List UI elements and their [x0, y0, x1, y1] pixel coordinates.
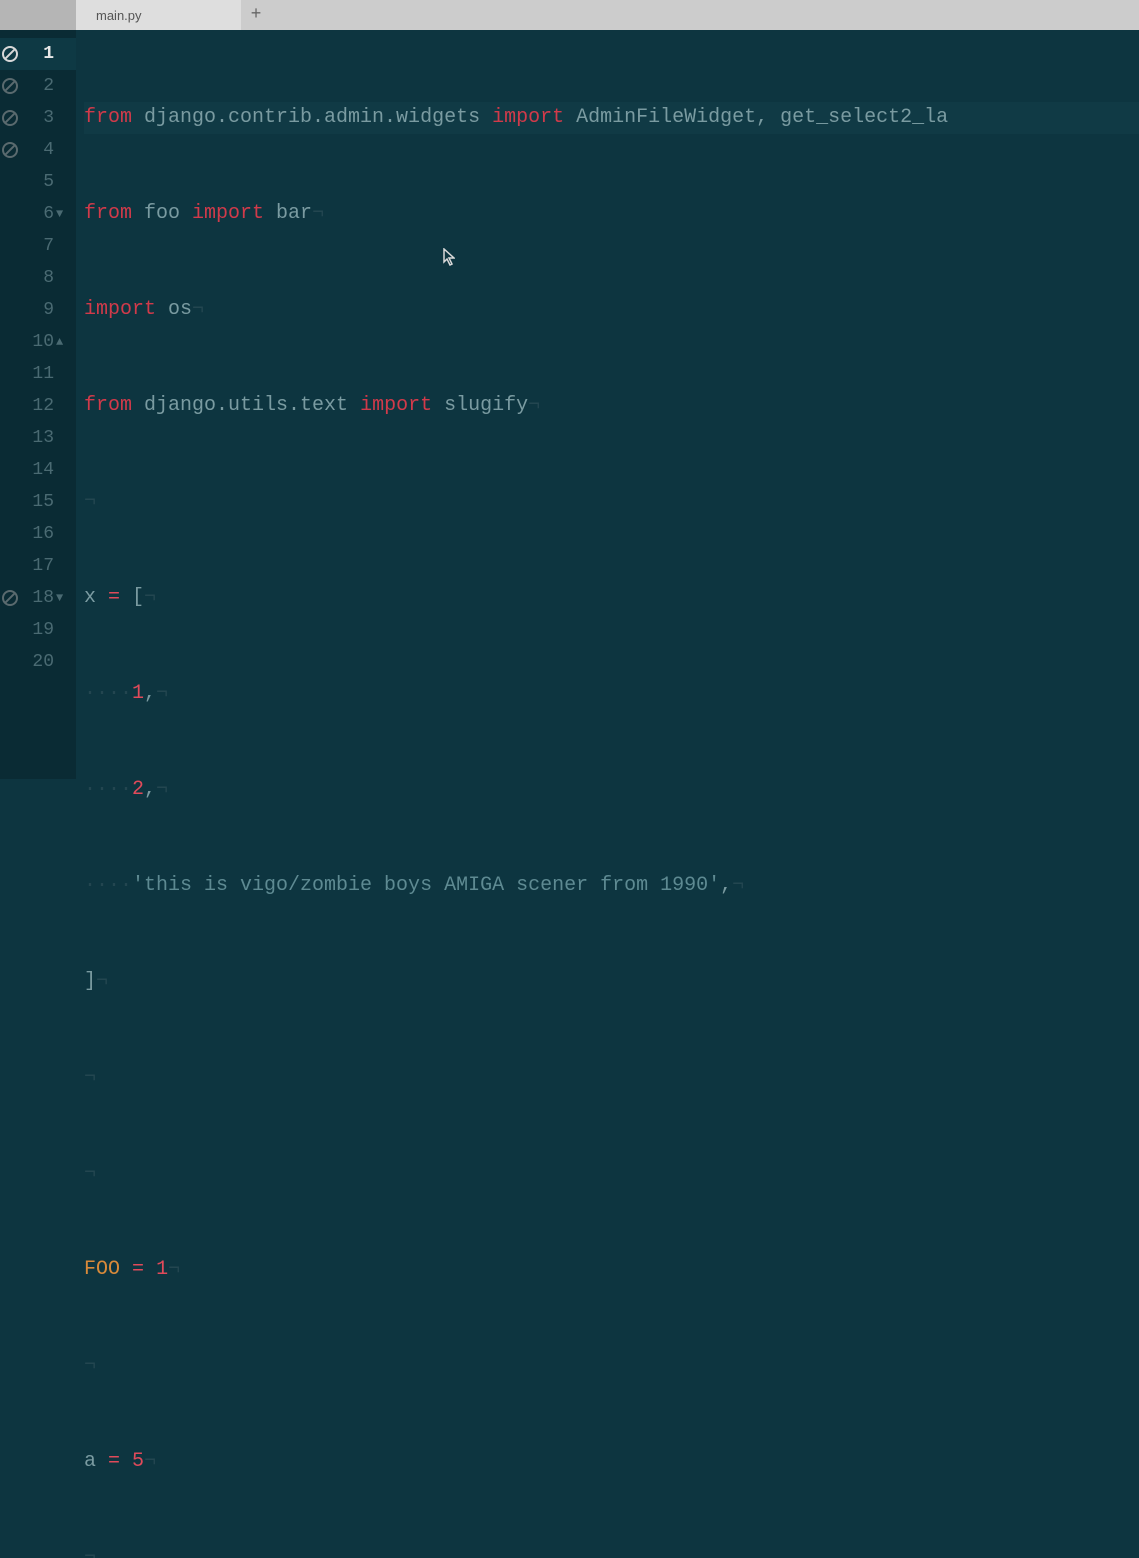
line-number: 7 [30, 236, 54, 256]
gutter-row[interactable]: 13 [0, 422, 76, 454]
gutter-row[interactable]: 11 [0, 358, 76, 390]
fold-open-icon[interactable]: ▼ [56, 591, 70, 605]
line-number: 17 [30, 556, 54, 576]
code-line: ¬ [84, 1542, 1139, 1558]
code-line: ]¬ [84, 966, 1139, 998]
code-line: import os¬ [84, 294, 1139, 326]
code-line: ¬ [84, 1158, 1139, 1190]
line-number: 4 [30, 140, 54, 160]
gutter-row[interactable]: 17 [0, 550, 76, 582]
gutter-row[interactable]: 10▲ [0, 326, 76, 358]
tab-main-py[interactable]: main.py [76, 0, 241, 30]
gutter-row[interactable]: 12 [0, 390, 76, 422]
code-line: a = 5¬ [84, 1446, 1139, 1478]
code-line: from foo import bar¬ [84, 198, 1139, 230]
lint-error-icon[interactable] [2, 142, 18, 158]
code-line: x = [¬ [84, 582, 1139, 614]
new-tab-button[interactable]: + [241, 0, 271, 30]
tab-filename: main.py [96, 8, 142, 23]
gutter-row[interactable]: 20 [0, 646, 76, 678]
line-number: 15 [30, 492, 54, 512]
code-line: ····'this is vigo/zombie boys AMIGA scen… [84, 870, 1139, 902]
line-number: 13 [30, 428, 54, 448]
tab-bar: main.py + [0, 0, 1139, 30]
gutter-row[interactable]: 9 [0, 294, 76, 326]
code-line: ¬ [84, 486, 1139, 518]
line-number: 6 [30, 204, 54, 224]
line-number: 1 [30, 44, 54, 64]
line-number: 18 [30, 588, 54, 608]
code-line: ····1,¬ [84, 678, 1139, 710]
lint-error-icon[interactable] [2, 590, 18, 606]
code-line: ¬ [84, 1062, 1139, 1094]
line-number: 14 [30, 460, 54, 480]
gutter-row[interactable]: 8 [0, 262, 76, 294]
code-line: ¬ [84, 1350, 1139, 1382]
gutter-row[interactable]: 19 [0, 614, 76, 646]
line-number: 5 [30, 172, 54, 192]
line-number: 20 [30, 652, 54, 672]
tab-bar-spacer [0, 0, 76, 30]
line-number: 19 [30, 620, 54, 640]
code-area[interactable]: from django.contrib.admin.widgets import… [76, 30, 1139, 779]
line-number: 16 [30, 524, 54, 544]
line-number: 2 [30, 76, 54, 96]
plus-icon: + [251, 5, 262, 25]
gutter-row[interactable]: 6▼ [0, 198, 76, 230]
line-number: 11 [30, 364, 54, 384]
line-number: 8 [30, 268, 54, 288]
gutter[interactable]: 123456▼78910▲1112131415161718▼1920 [0, 30, 76, 779]
gutter-row[interactable]: 15 [0, 486, 76, 518]
fold-close-icon[interactable]: ▲ [56, 335, 70, 349]
lint-error-icon[interactable] [2, 110, 18, 126]
code-line: from django.contrib.admin.widgets import… [84, 102, 1139, 134]
gutter-row[interactable]: 5 [0, 166, 76, 198]
gutter-row[interactable]: 18▼ [0, 582, 76, 614]
lint-error-icon[interactable] [2, 46, 18, 62]
line-number: 12 [30, 396, 54, 416]
gutter-row[interactable]: 2 [0, 70, 76, 102]
lint-error-icon[interactable] [2, 78, 18, 94]
gutter-row[interactable]: 3 [0, 102, 76, 134]
gutter-row[interactable]: 16 [0, 518, 76, 550]
line-number: 10 [30, 332, 54, 352]
gutter-row[interactable]: 1 [0, 38, 76, 70]
fold-open-icon[interactable]: ▼ [56, 207, 70, 221]
editor: 123456▼78910▲1112131415161718▼1920 from … [0, 30, 1139, 779]
gutter-row[interactable]: 7 [0, 230, 76, 262]
code-line: FOO = 1¬ [84, 1254, 1139, 1286]
gutter-row[interactable]: 4 [0, 134, 76, 166]
line-number: 3 [30, 108, 54, 128]
line-number: 9 [30, 300, 54, 320]
gutter-row[interactable]: 14 [0, 454, 76, 486]
code-line: from django.utils.text import slugify¬ [84, 390, 1139, 422]
